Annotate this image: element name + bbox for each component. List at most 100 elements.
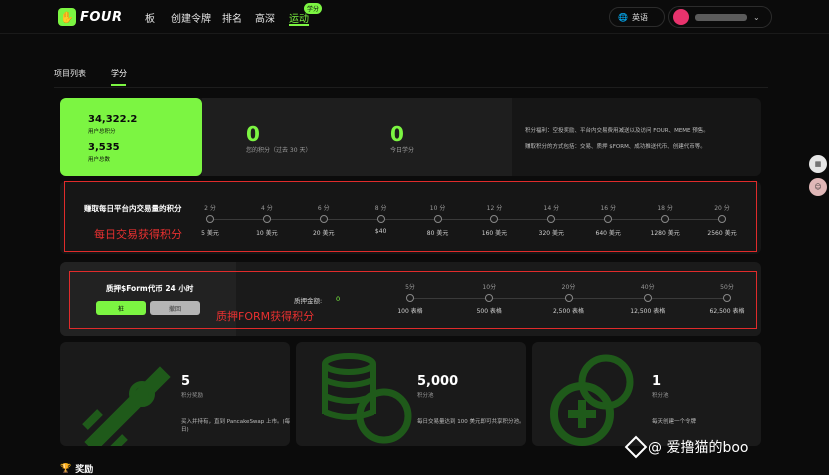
user-menu[interactable]: ⌄ — [668, 6, 772, 28]
trade-amount-label: 5 美元 — [201, 230, 219, 237]
withdraw-button[interactable]: 撤回 — [150, 301, 200, 315]
trade-tier-node — [206, 215, 214, 223]
trade-tier-node — [718, 215, 726, 223]
avatar — [673, 9, 689, 25]
tab-active-underline — [111, 84, 126, 86]
trade-points-label: 12 分 — [486, 205, 503, 212]
trade-points-label: 16 分 — [600, 205, 616, 212]
tabs-divider — [54, 87, 768, 88]
stake-amount-label: 质押金额: — [294, 297, 323, 305]
chevron-down-icon: ⌄ — [753, 12, 760, 22]
create-token-desc: 每天创建一个令牌 — [652, 419, 697, 425]
hold-reward-label: 积分奖励 — [181, 393, 204, 399]
trade-tier-node — [262, 215, 271, 223]
hold-reward-desc: 买入并持有，直到 PancakeSwap 上市。(每日) — [181, 419, 290, 433]
stake-amount-label: 62,500 表格 — [709, 308, 745, 315]
globe-icon: 🌐 — [618, 12, 628, 22]
trade-tier-node — [319, 215, 328, 223]
trade-amount-label: 20 美元 — [312, 230, 335, 237]
trade-amount-label: 80 美元 — [426, 230, 449, 237]
your-points-label: 您的积分（过去 30 天） — [246, 147, 312, 154]
trade-pool-label: 积分池 — [417, 393, 434, 399]
trophy-icon: 🏆 — [60, 463, 72, 474]
create-token-label: 积分池 — [652, 393, 669, 399]
side-qr-icon[interactable]: ▦ — [809, 155, 827, 173]
stake-points-label: 50分 — [720, 284, 734, 291]
nav-ranking[interactable]: 排名 — [222, 10, 242, 25]
stake-amount-label: 100 表格 — [397, 308, 423, 315]
nav-create-token[interactable]: 创建令牌 — [171, 10, 211, 25]
today-points-label: 今日学分 — [390, 147, 415, 154]
watermark-text: @ 爱撸猫的boo — [648, 440, 749, 456]
watermark: @ 爱撸猫的boo — [624, 435, 749, 459]
stake-annotation: 质押FORM获得积分 — [216, 310, 315, 323]
stake-tier-node — [643, 294, 652, 302]
hold-reward-card: 5 积分奖励 买入并持有，直到 PancakeSwap 上市。(每日) — [60, 342, 290, 446]
stake-points-label: 40分 — [640, 284, 655, 291]
trade-title: 赚取每日平台内交易量的积分 — [84, 204, 182, 213]
nav-board[interactable]: 板 — [145, 10, 155, 25]
trade-points-label: 4 分 — [261, 205, 273, 212]
earn-methods-text: 赚取积分的方式包括：交易、质押 $FORM、成功推送代币、创建代币等。 — [525, 144, 706, 150]
trade-points-label: 2 分 — [204, 205, 216, 212]
trade-amount-label: 160 美元 — [481, 230, 508, 237]
coins-icon — [322, 353, 412, 444]
reward-heading: 🏆 奖励 — [60, 462, 93, 475]
stake-points-label: 20分 — [561, 284, 576, 291]
total-points-label: 用户总积分 — [88, 129, 116, 135]
nav-advanced[interactable]: 高深 — [255, 10, 275, 25]
trade-amount-label: 2560 美元 — [707, 230, 737, 237]
stake-title: 质押$Form代币 24 小时 — [106, 284, 194, 293]
trade-points-label: 20 分 — [714, 205, 730, 212]
trade-amount-label: 10 美元 — [256, 230, 278, 237]
trade-track — [210, 219, 722, 220]
trade-points-label: 10 分 — [429, 205, 446, 212]
create-token-card: 1 积分池 每天创建一个令牌 — [532, 342, 761, 446]
stake-amount-label: 12,500 表格 — [630, 308, 666, 315]
stake-tier-node — [564, 294, 573, 302]
stake-points-label: 10分 — [482, 284, 497, 291]
trade-amount-label: 640 美元 — [595, 230, 621, 237]
username-blurred — [695, 13, 747, 21]
reward-title: 奖励 — [75, 465, 94, 475]
trade-tier-node — [376, 215, 385, 223]
stake-points-label: 5分 — [405, 284, 415, 291]
side-avatar-icon[interactable]: ☺ — [809, 178, 827, 196]
trade-annotation: 每日交易获得积分 — [94, 228, 182, 241]
trade-amount-label: 320 美元 — [538, 230, 565, 237]
benefits-text: 积分福利：空投奖励、平台内交易费用减送以及访问 FOUR、MEME 预售。 — [525, 128, 709, 134]
plus-circle-icon — [550, 354, 634, 446]
stake-tier-node — [723, 294, 731, 302]
tab-credits[interactable]: 学分 — [111, 68, 127, 79]
stake-amount-label: 2,500 表格 — [552, 308, 585, 315]
trade-pool-desc: 每日交易量达到 100 美元即可共享积分池。 — [417, 419, 525, 425]
trade-tier-node — [433, 215, 442, 223]
rocket-icon — [82, 366, 171, 446]
nav-badge: 学分 — [304, 3, 323, 14]
total-users-value: 3,535 — [88, 142, 120, 153]
create-token-value: 1 — [652, 374, 662, 389]
your-points-value: 0 — [246, 122, 260, 146]
trade-pool-card: 5,000 积分池 每日交易量达到 100 美元即可共享积分池。 — [296, 342, 526, 446]
language-selector[interactable]: 🌐 英语 — [609, 7, 665, 27]
stake-tier-node — [406, 294, 414, 302]
trade-points-label: 18 分 — [657, 205, 673, 212]
hold-reward-value: 5 — [181, 374, 191, 389]
total-points-value: 34,322.2 — [88, 114, 138, 125]
logo[interactable]: ✋ FOUR — [58, 7, 123, 27]
watermark-logo-icon — [624, 435, 648, 459]
trade-points-label: 8 分 — [374, 205, 387, 212]
trade-pool-value: 5,000 — [417, 374, 459, 389]
logo-hand-icon: ✋ — [58, 8, 76, 26]
logo-text: FOUR — [80, 9, 123, 25]
stake-amount-label: 500 表格 — [476, 308, 502, 315]
language-label: 英语 — [631, 12, 648, 22]
total-users-label: 用户总数 — [88, 157, 111, 163]
trade-amount-label: 1280 美元 — [650, 230, 680, 237]
trade-points-label: 6 分 — [317, 205, 330, 212]
tab-project-list[interactable]: 项目列表 — [54, 68, 86, 79]
stake-button[interactable]: 桩 — [96, 301, 146, 315]
today-points-value: 0 — [390, 122, 404, 146]
trade-amount-label: $40 — [374, 228, 387, 235]
nav-active-underline — [289, 24, 309, 26]
